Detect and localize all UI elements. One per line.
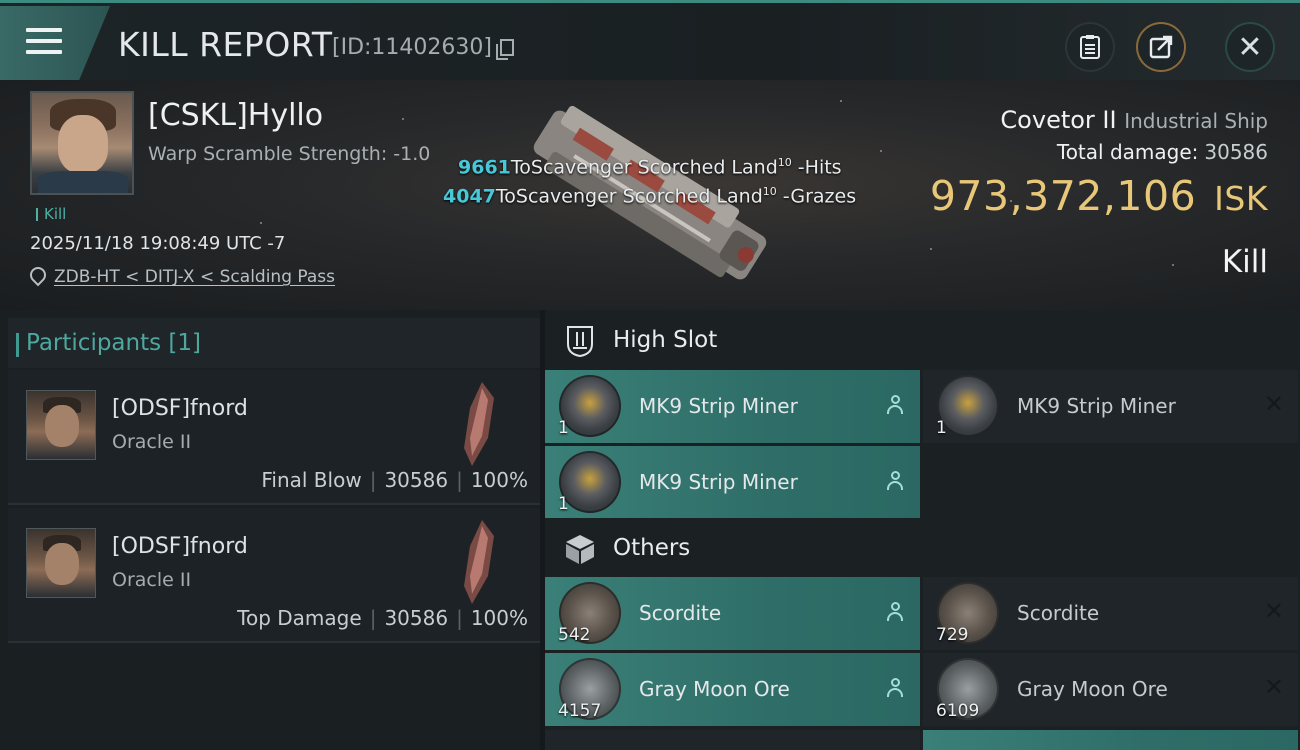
participant-ship: Oracle II: [112, 569, 192, 591]
warp-scramble-strength: Warp Scramble Strength: -1.0: [148, 143, 431, 165]
item-name: Scordite: [1017, 601, 1100, 625]
page-title: KILL REPORT: [118, 25, 333, 64]
hits-amount: 9661: [458, 156, 511, 179]
isk-value: 973,372,106 ISK: [930, 172, 1268, 220]
victim-portrait[interactable]: [30, 91, 134, 195]
close-button[interactable]: ✕: [1225, 22, 1275, 72]
destroyed-x-icon: ✕: [1263, 673, 1284, 701]
kill-result: Kill: [1221, 244, 1268, 280]
item-name: MK9 Strip Miner: [1017, 394, 1176, 418]
item-name: Gray Moon Ore: [639, 677, 790, 701]
item-slot-partial[interactable]: [923, 730, 1298, 750]
item-name: Scordite: [639, 601, 722, 625]
grazes-level: 10: [762, 185, 777, 198]
item-slot[interactable]: 729 Scordite ✕: [923, 577, 1298, 650]
item-slot[interactable]: 1 MK9 Strip Miner: [545, 446, 920, 519]
fitting-panel: High Slot 1 MK9 Strip Miner 1 MK9 Strip …: [545, 310, 1300, 750]
menu-button[interactable]: [0, 6, 110, 80]
location-link[interactable]: ZDB-HT < DITJ-X < Scalding Pass: [54, 267, 335, 287]
share-button[interactable]: [1136, 22, 1186, 72]
participants-title: Participants [1]: [16, 330, 201, 357]
high-slot-header: High Slot: [545, 310, 1300, 372]
others-header: Others: [545, 518, 1300, 580]
participant-row[interactable]: [ODSF]fnord Oracle II Top Damage | 30586 | 1…: [8, 508, 540, 643]
high-slot-title: High Slot: [613, 327, 718, 353]
hits-level: 10: [777, 156, 792, 169]
item-name: MK9 Strip Miner: [639, 470, 798, 494]
victim-summary: [CSKL]Hyllo Warp Scramble Strength: -1.0…: [0, 80, 1300, 310]
grazes-amount: 4047: [443, 185, 496, 208]
participant-avatar[interactable]: [26, 390, 96, 460]
top-bar: KILL REPORT [ID:11402630] ✕: [0, 0, 1300, 80]
total-damage-value: 30586: [1204, 140, 1268, 164]
participant-percent: 100%: [470, 468, 528, 492]
participant-name: [ODSF]fnord: [112, 396, 248, 421]
destroyed-x-icon: ✕: [1263, 390, 1284, 418]
item-quantity: 542: [558, 625, 591, 645]
grazes-suffix: -Grazes: [776, 185, 857, 208]
participant-role: Top Damage: [237, 606, 362, 630]
kill-tag: Kill: [36, 205, 66, 223]
item-name: Gray Moon Ore: [1017, 677, 1168, 701]
destroyed-x-icon: ✕: [1263, 597, 1284, 625]
report-id: [ID:11402630]: [332, 35, 492, 60]
participant-ship-icon: [464, 382, 494, 466]
cargo-box-icon: [566, 535, 594, 564]
victim-name[interactable]: [CSKL]Hyllo: [148, 98, 323, 133]
item-slot[interactable]: 1 MK9 Strip Miner: [545, 370, 920, 443]
participant-avatar[interactable]: [26, 528, 96, 598]
high-slot-icon: [567, 326, 593, 358]
participant-stats: Final Blow | 30586 | 100%: [261, 468, 528, 492]
share-icon: [1149, 35, 1173, 59]
isk-amount: 973,372,106: [929, 172, 1197, 220]
dropped-person-icon: [886, 602, 904, 622]
item-quantity: 1: [558, 494, 569, 514]
item-name: MK9 Strip Miner: [639, 394, 798, 418]
item-quantity: 4157: [558, 701, 602, 721]
participant-ship-icon: [464, 520, 494, 604]
participant-damage: 30586: [384, 468, 449, 492]
ship-type: Covetor II: [1000, 106, 1117, 134]
others-title: Others: [613, 535, 691, 561]
hamburger-menu-icon[interactable]: [26, 28, 62, 58]
dropped-person-icon: [886, 471, 904, 491]
item-slot[interactable]: 4157 Gray Moon Ore: [545, 653, 920, 726]
participant-row[interactable]: [ODSF]fnord Oracle II Final Blow | 30586 | 1…: [8, 370, 540, 505]
copy-id-icon[interactable]: [496, 39, 514, 60]
clipboard-button[interactable]: [1065, 22, 1115, 72]
grazes-target: ToScavenger Scorched Land: [495, 185, 763, 208]
participant-percent: 100%: [470, 606, 528, 630]
participants-panel: Participants [1] [ODSF]fnord Oracle II F…: [0, 310, 540, 750]
participant-role: Final Blow: [261, 468, 362, 492]
hits-suffix: -Hits: [791, 156, 842, 179]
item-slot[interactable]: 6109 Gray Moon Ore ✕: [923, 653, 1298, 726]
damage-line-grazes: 4047ToScavenger Scorched Land10 -Grazes: [443, 185, 856, 207]
kill-location[interactable]: ZDB-HT < DITJ-X < Scalding Pass: [26, 263, 335, 287]
item-quantity: 6109: [936, 701, 980, 721]
kill-datetime: 2025/11/18 19:08:49 UTC -7: [30, 233, 286, 254]
participant-stats: Top Damage | 30586 | 100%: [237, 606, 528, 630]
item-quantity: 729: [936, 625, 969, 645]
participants-header: Participants [1]: [8, 318, 540, 368]
dropped-person-icon: [886, 395, 904, 415]
close-icon: ✕: [1237, 29, 1263, 65]
damage-line-hits: 9661ToScavenger Scorched Land10 -Hits: [458, 156, 842, 178]
location-pin-icon: [26, 263, 50, 287]
participant-ship: Oracle II: [112, 431, 192, 453]
total-damage: Total damage: 30586: [1057, 140, 1268, 164]
isk-unit: ISK: [1214, 179, 1268, 218]
item-quantity: 1: [936, 418, 947, 438]
clipboard-icon: [1080, 35, 1100, 59]
item-slot[interactable]: 1 MK9 Strip Miner ✕: [923, 370, 1298, 443]
ship-name[interactable]: Covetor II Industrial Ship: [1000, 106, 1268, 134]
item-quantity: 1: [558, 418, 569, 438]
item-slot[interactable]: 542 Scordite: [545, 577, 920, 650]
total-damage-label: Total damage:: [1056, 140, 1199, 164]
hits-target: ToScavenger Scorched Land: [510, 156, 778, 179]
participant-damage: 30586: [384, 606, 449, 630]
participant-name: [ODSF]fnord: [112, 534, 248, 559]
ship-class: Industrial Ship: [1124, 109, 1268, 133]
dropped-person-icon: [886, 678, 904, 698]
item-slot-partial[interactable]: [545, 730, 920, 750]
